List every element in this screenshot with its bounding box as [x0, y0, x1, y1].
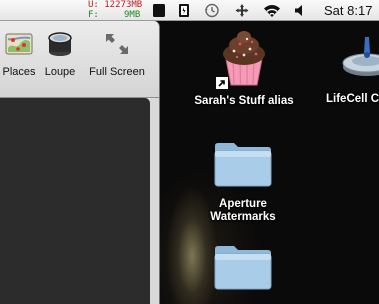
- volume-icon[interactable]: [293, 3, 307, 18]
- desktop-item-lifecell[interactable]: LifeCell C: [322, 31, 379, 106]
- menu-bar: U: 12273MB F: 9MB Sat 8:17: [0, 0, 379, 21]
- toolbar-loupe-label: Loupe: [44, 66, 76, 78]
- toolbar-places-button[interactable]: Places: [2, 30, 36, 78]
- toolbar-loupe-button[interactable]: Loupe: [42, 30, 78, 78]
- cupcake-icon: [216, 27, 272, 89]
- toolbar-full-screen-label: Full Screen: [89, 66, 145, 78]
- folder-icon: [212, 140, 274, 188]
- desktop-item-label-line2: Watermarks: [210, 211, 276, 223]
- content-pane[interactable]: [0, 98, 150, 304]
- black-square-icon[interactable]: [152, 3, 166, 18]
- memory-free-value: 9MB: [124, 10, 141, 20]
- time-machine-icon[interactable]: [204, 3, 220, 18]
- scrollbar[interactable]: [150, 98, 159, 304]
- alias-arrow-icon: [216, 77, 228, 89]
- desktop-item-label: LifeCell C: [326, 93, 379, 105]
- drive-icon: [339, 31, 379, 89]
- toolbar-places-label: Places: [2, 66, 36, 78]
- menu-bar-clock[interactable]: Sat 8:17: [324, 3, 372, 18]
- desktop-item-sarahs-stuff-alias[interactable]: Sarah's Stuff alias: [182, 27, 306, 108]
- desktop-item-folder[interactable]: [212, 243, 274, 291]
- memory-monitor[interactable]: U: 12273MB F: 9MB: [88, 1, 142, 20]
- loupe-icon: [42, 30, 78, 63]
- move-arrows-icon[interactable]: [234, 3, 250, 18]
- folder-icon: [212, 243, 274, 291]
- desktop-item-label: Sarah's Stuff alias: [194, 95, 294, 107]
- map-icon: [2, 30, 36, 63]
- desktop-item-label-line1: Aperture: [219, 198, 267, 210]
- toolbar: Places Loupe Full Screen: [0, 21, 159, 98]
- battery-icon[interactable]: [178, 3, 190, 18]
- full-screen-icon: [87, 30, 147, 63]
- memory-used-value: 12273MB: [104, 0, 143, 10]
- toolbar-full-screen-button[interactable]: Full Screen: [87, 30, 147, 78]
- app-window: Places Loupe Full Screen: [0, 21, 160, 304]
- desktop-item-aperture-watermarks[interactable]: Aperture Watermarks: [186, 140, 300, 224]
- wifi-icon[interactable]: [262, 3, 282, 18]
- memory-used-label: U:: [88, 0, 99, 10]
